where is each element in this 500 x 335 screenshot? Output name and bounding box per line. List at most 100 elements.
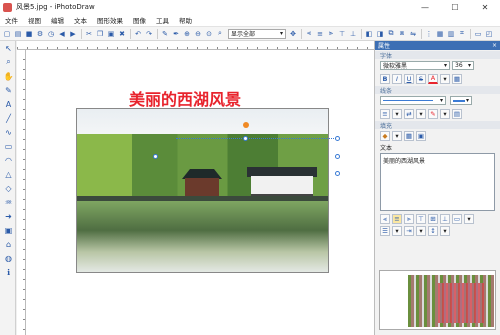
layers-icon[interactable]: ▥ (446, 29, 456, 39)
menu-tools[interactable]: 工具 (151, 15, 174, 25)
valign-middle-icon[interactable]: ⊞ (428, 214, 438, 224)
redo-icon[interactable]: ↷ (144, 29, 154, 39)
fill-pattern-icon[interactable]: ▦ (404, 130, 414, 141)
overlay-text[interactable]: 美丽的西湖风景 (129, 86, 241, 110)
maximize-button[interactable]: ☐ (440, 0, 470, 14)
navigator-preview[interactable] (379, 270, 496, 330)
flip-icon[interactable]: ⇋ (408, 29, 418, 39)
hand-icon[interactable]: ✋ (2, 70, 15, 82)
edit-icon[interactable]: ✎ (160, 29, 170, 39)
chevron-down-icon[interactable]: ▾ (416, 108, 426, 119)
close-button[interactable]: ✕ (470, 0, 500, 14)
menu-help[interactable]: 帮助 (174, 15, 197, 25)
align-left-icon[interactable]: ⫷ (304, 29, 314, 39)
align-center-icon[interactable]: ≡ (315, 29, 325, 39)
brush-icon[interactable]: ♒ (2, 196, 15, 208)
fill-bucket-icon[interactable]: ◆ (380, 130, 390, 141)
fit-icon[interactable]: ⊙ (204, 29, 214, 39)
paste-icon[interactable]: ▣ (106, 29, 116, 39)
line-width-select[interactable]: ▾ (450, 96, 472, 105)
pen-icon[interactable]: ✎ (2, 84, 15, 96)
valign-bottom-icon[interactable]: ⊥ (440, 214, 450, 224)
line-spacing-icon[interactable]: ☰ (380, 226, 390, 236)
callout-icon[interactable]: ◇ (2, 182, 15, 194)
select-arrow-icon[interactable]: ↖ (2, 42, 15, 54)
align-top-icon[interactable]: ⊤ (337, 29, 347, 39)
underline-button[interactable]: U (404, 73, 414, 84)
menu-image[interactable]: 图像 (128, 15, 151, 25)
chevron-down-icon[interactable]: ▾ (392, 226, 402, 236)
grid-icon[interactable]: ▦ (435, 29, 445, 39)
zoom-in-icon[interactable]: ⊕ (182, 29, 192, 39)
fill-image-icon[interactable]: ▣ (416, 130, 426, 141)
italic-button[interactable]: I (392, 73, 402, 84)
resize-handle-bottom-right[interactable] (335, 171, 340, 176)
menu-edit[interactable]: 编辑 (46, 15, 69, 25)
crop-icon[interactable]: ⌗ (457, 29, 467, 39)
zoom-out-icon[interactable]: ⊖ (193, 29, 203, 39)
window-icon[interactable]: ◰ (484, 29, 494, 39)
menu-view[interactable]: 视图 (23, 15, 46, 25)
eyedropper-icon[interactable]: ✒ (171, 29, 181, 39)
text-layout-icon[interactable]: ▦ (452, 73, 462, 84)
arrowhead-icon[interactable]: ⇄ (404, 108, 414, 119)
chevron-down-icon[interactable]: ▾ (440, 226, 450, 236)
resize-handle-left[interactable] (153, 154, 158, 159)
landscape-photo[interactable] (76, 108, 329, 273)
copy-icon[interactable]: ❐ (95, 29, 105, 39)
arrow-shape-icon[interactable]: ➜ (2, 210, 15, 222)
info-icon[interactable]: ℹ (2, 266, 15, 278)
indent-icon[interactable]: ⇥ (404, 226, 414, 236)
strikethrough-button[interactable]: S (416, 73, 426, 84)
delete-icon[interactable]: ✖ (117, 29, 127, 39)
clock-icon[interactable]: ◷ (46, 29, 56, 39)
chevron-down-icon[interactable]: ▾ (464, 214, 474, 224)
drawing-canvas[interactable]: 美丽的西湖风景 (26, 50, 374, 335)
chevron-down-icon[interactable]: ▾ (392, 130, 402, 141)
resize-handle-right[interactable] (335, 154, 340, 159)
line-cap-icon[interactable]: ≡ (380, 108, 390, 119)
open-folder-icon[interactable]: ▤ (13, 29, 23, 39)
image-icon[interactable]: ▣ (2, 224, 15, 236)
group-icon[interactable]: ⧉ (386, 29, 396, 39)
undo-icon[interactable]: ↶ (133, 29, 143, 39)
align-right-icon[interactable]: ⫸ (326, 29, 336, 39)
panel-close-icon[interactable]: × (492, 42, 497, 49)
screen-icon[interactable]: ▭ (473, 29, 483, 39)
bold-button[interactable]: B (380, 73, 390, 84)
globe-icon[interactable]: ◍ (2, 252, 15, 264)
chevron-down-icon[interactable]: ▾ (416, 226, 426, 236)
distribute-icon[interactable]: ⋮ (424, 29, 434, 39)
text-tool-icon[interactable]: A (2, 98, 15, 110)
save-icon[interactable]: ■ (24, 29, 34, 39)
font-color-icon[interactable]: A (428, 73, 438, 84)
arc-icon[interactable]: ◠ (2, 154, 15, 166)
menu-text[interactable]: 文本 (69, 15, 92, 25)
triangle-icon[interactable]: △ (2, 168, 15, 180)
chevron-down-icon[interactable]: ▾ (392, 108, 402, 119)
text-direction-icon[interactable]: ↕ (428, 226, 438, 236)
text-content-box[interactable]: 美丽的西湖风景 (380, 153, 495, 211)
line-pattern-icon[interactable]: ▤ (452, 108, 462, 119)
display-mode-select[interactable]: 显示全部 ▾ (228, 28, 286, 39)
rotation-handle[interactable] (243, 122, 249, 128)
align-left-icon[interactable]: ⫷ (380, 214, 390, 224)
bring-front-icon[interactable]: ◧ (364, 29, 374, 39)
align-center-icon[interactable]: ≡ (392, 214, 402, 224)
align-bottom-icon[interactable]: ⊥ (348, 29, 358, 39)
marker-icon[interactable]: ⌂ (2, 238, 15, 250)
resize-handle-top[interactable] (243, 136, 248, 141)
line-icon[interactable]: ╱ (2, 112, 15, 124)
cut-icon[interactable]: ✂ (84, 29, 94, 39)
chevron-down-icon[interactable]: ▾ (440, 73, 450, 84)
text-wrap-icon[interactable]: ▭ (452, 214, 462, 224)
zoom-icon[interactable]: ⌕ (2, 56, 15, 68)
move-icon[interactable]: ✥ (288, 29, 298, 39)
menu-shape-effects[interactable]: 图形效果 (92, 15, 128, 25)
curve-icon[interactable]: ∿ (2, 126, 15, 138)
menu-file[interactable]: 文件 (0, 15, 23, 25)
minimize-button[interactable]: — (410, 0, 440, 14)
chevron-down-icon[interactable]: ▾ (440, 108, 450, 119)
new-file-icon[interactable]: ▢ (2, 29, 12, 39)
font-size-select[interactable]: 36 ▾ (452, 61, 474, 70)
